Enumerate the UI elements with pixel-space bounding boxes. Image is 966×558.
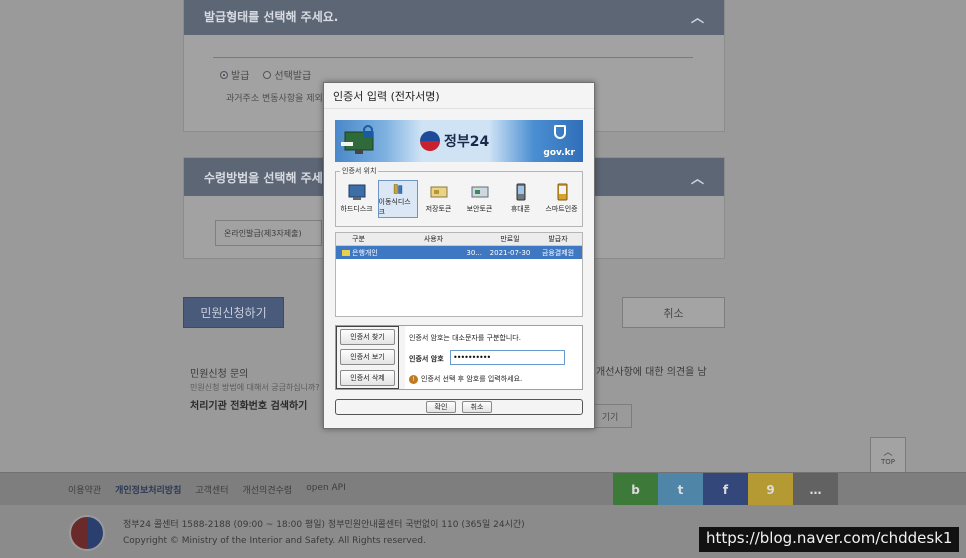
- shield-icon: [554, 125, 566, 139]
- radio-issue[interactable]: 발급: [220, 67, 249, 82]
- cell-type-text: 은행개인: [352, 248, 378, 257]
- radio-issue-label: 발급: [231, 71, 250, 82]
- mobile-phone-icon: [516, 183, 525, 201]
- footer-link-feedback[interactable]: 개선의견수렴: [243, 483, 293, 496]
- inquiry-subtitle: 민원신청 방법에 대해서 궁금하십니까?: [190, 383, 320, 392]
- footer-link-support[interactable]: 고객센터: [195, 483, 228, 496]
- hard-disk-icon: [348, 184, 365, 200]
- footer-contact: 정부24 콜센터 1588-2188 (09:00 ~ 18:00 평일) 정부…: [123, 520, 525, 530]
- footer-link-privacy[interactable]: 개인정보처리방침: [115, 483, 181, 496]
- password-input[interactable]: ••••••••••: [450, 350, 565, 365]
- cell-type: 은행개인: [336, 246, 381, 259]
- header-issuer: 발급자: [548, 235, 568, 243]
- table-header: 구분 사용자 만료일 발급자: [336, 233, 582, 246]
- cert-location-legend: 인증서 위치: [340, 166, 379, 176]
- password-area: 인증서 암호는 대소문자를 구분합니다. 인증서 암호 •••••••••• !…: [405, 326, 582, 389]
- location-label: 스마트인증: [545, 205, 578, 213]
- location-smart-auth[interactable]: 스마트인증: [542, 180, 582, 218]
- cell-expiry: 2021-07-30: [489, 248, 531, 257]
- cert-location-group: 인증서 위치 하드디스크 이동식디스크 저장토큰 보안토큰 휴대폰 스마트인증: [335, 166, 583, 227]
- location-label: 이동식디스크: [378, 198, 411, 216]
- taegeuk-icon: [420, 131, 440, 151]
- issue-type-header[interactable]: 발급형태를 선택해 주세요. ︿: [184, 0, 724, 35]
- footer-link-terms[interactable]: 이용약관: [68, 483, 101, 496]
- top-button[interactable]: ︿ TOP: [870, 437, 906, 473]
- twitter-icon[interactable]: t: [658, 473, 703, 506]
- gov24-logo: 정부24: [420, 131, 489, 151]
- certificate-dialog: 인증서 입력 (전자서명) 정부24 gov.kr 인증서 위치 하드디스크 이…: [323, 82, 595, 429]
- issue-type-options: 발급 선택발급: [220, 67, 311, 82]
- top-label: TOP: [880, 457, 895, 466]
- location-removable-disk[interactable]: 이동식디스크: [377, 180, 418, 218]
- location-security-token[interactable]: 보안토큰: [460, 180, 500, 218]
- location-label: 휴대폰: [510, 205, 531, 213]
- chevron-up-icon: ︿: [883, 447, 893, 458]
- issue-type-title: 발급형태를 선택해 주세요.: [204, 9, 339, 24]
- location-label: 저장토큰: [425, 205, 452, 213]
- apply-button[interactable]: 민원신청하기: [183, 297, 284, 328]
- security-token-icon: [471, 186, 488, 198]
- footer-copyright: Copyright © Ministry of the Interior and…: [123, 536, 426, 546]
- chevron-up-icon[interactable]: ︿: [691, 7, 704, 26]
- inquiry-title: 민원신청 문의: [190, 369, 249, 380]
- watermark: https://blog.naver.com/chddesk1: [699, 527, 960, 552]
- gov-domain: gov.kr: [543, 148, 575, 158]
- cell-issuer: 금융결제원: [541, 248, 575, 257]
- location-label: 하드디스크: [340, 205, 373, 213]
- pc-unlock-icon: [341, 125, 374, 154]
- confirm-button[interactable]: 확인: [426, 401, 456, 413]
- gov24-brand: 정부24: [444, 134, 490, 150]
- password-label: 인증서 암호: [409, 355, 444, 363]
- footer-link-openapi[interactable]: open API: [306, 483, 346, 496]
- password-warning: ! 인증서 선택 후 암호를 입력하세요.: [409, 374, 522, 384]
- divider: [213, 57, 693, 58]
- certificate-table: 구분 사용자 만료일 발급자 은행개인 30... 2021-07-30 금융결…: [335, 232, 583, 317]
- radio-select-issue-label: 선택발급: [274, 71, 312, 82]
- cert-action-buttons: 인증서 찾기 인증서 보기 인증서 삭제: [336, 326, 399, 389]
- government-logo-icon: [69, 515, 105, 551]
- gov24-banner: 정부24 gov.kr: [335, 120, 583, 162]
- office-phone-search-link[interactable]: 처리기관 전화번호 검색하기: [190, 397, 307, 412]
- cell-user: 30...: [381, 246, 486, 259]
- header-user: 사용자: [423, 235, 444, 243]
- chevron-up-icon[interactable]: ︿: [691, 168, 704, 187]
- removable-disk-icon: [393, 184, 402, 194]
- table-row[interactable]: 은행개인 30... 2021-07-30 금융결제원: [336, 246, 582, 259]
- dialog-cancel-button[interactable]: 취소: [462, 401, 492, 413]
- location-mobile-phone[interactable]: 휴대폰: [501, 180, 541, 218]
- warning-icon: !: [409, 374, 418, 384]
- password-case-note: 인증서 암호는 대소문자를 구분합니다.: [409, 334, 521, 342]
- dialog-actions: 확인 취소: [335, 399, 583, 415]
- smart-auth-icon: [557, 183, 567, 201]
- storage-token-icon: [430, 186, 447, 198]
- location-hard-disk[interactable]: 하드디스크: [337, 180, 377, 218]
- delete-certificate-button[interactable]: 인증서 삭제: [340, 369, 395, 386]
- find-certificate-button[interactable]: 인증서 찾기: [340, 329, 395, 346]
- cancel-button-bg[interactable]: 취소: [622, 297, 725, 328]
- password-warning-text: 인증서 선택 후 암호를 입력하세요.: [421, 375, 523, 383]
- certificate-icon: [342, 249, 350, 256]
- kakao-story-icon[interactable]: 9: [748, 473, 793, 506]
- receive-method-value[interactable]: 온라인발급(제3자제출): [215, 220, 322, 246]
- receive-title: 수령방법을 선택해 주세요.: [204, 170, 339, 185]
- cell-user-text: 30...: [466, 248, 482, 257]
- location-label: 보안토큰: [466, 205, 493, 213]
- password-section: 인증서 찾기 인증서 보기 인증서 삭제 인증서 암호는 대소문자를 구분합니다…: [335, 325, 583, 390]
- location-storage-token[interactable]: 저장토큰: [419, 180, 459, 218]
- view-certificate-button[interactable]: 인증서 보기: [340, 349, 395, 366]
- radio-select-issue[interactable]: 선택발급: [263, 67, 311, 82]
- facebook-icon[interactable]: f: [703, 473, 748, 506]
- blog-icon[interactable]: b: [613, 473, 658, 506]
- dialog-title: 인증서 입력 (전자서명): [324, 83, 594, 109]
- footer-links-bar: 이용약관 개인정보처리방침 고객센터 개선의견수렴 open API b t f…: [0, 472, 966, 506]
- header-type: 구분: [352, 235, 365, 243]
- opinion-text: 개선사항에 대한 의견을 남: [596, 367, 707, 378]
- header-expiry: 만료일: [500, 235, 520, 243]
- chat-icon[interactable]: …: [793, 473, 838, 506]
